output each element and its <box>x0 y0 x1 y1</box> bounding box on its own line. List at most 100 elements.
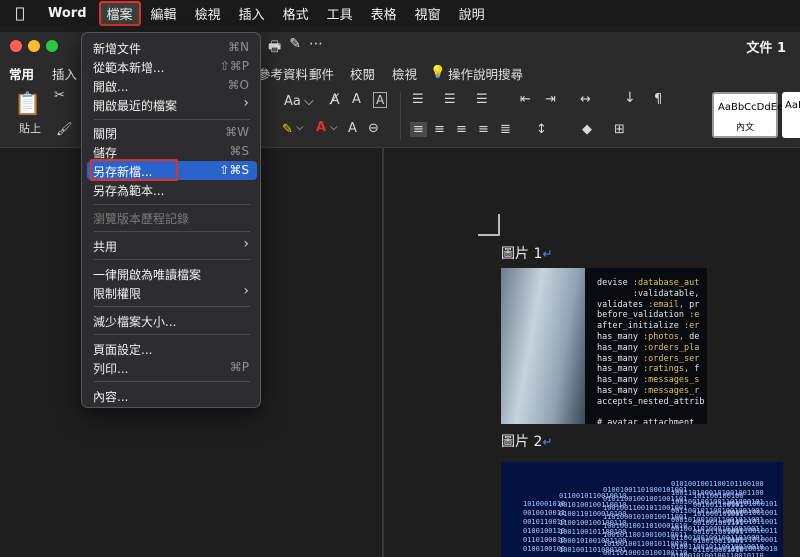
asian-layout-icon[interactable]: ↔ <box>580 92 591 107</box>
code-line: has_many :messages_r <box>597 385 700 396</box>
tab-mailings[interactable]: 郵件 <box>309 64 334 83</box>
align-center-icon[interactable]: ≡ <box>434 122 445 137</box>
menu-edit[interactable]: 編輯 <box>143 2 185 25</box>
menu-item-save-as-template[interactable]: 另存為範本... <box>87 180 257 199</box>
tell-me-search[interactable]: 操作說明搜尋 <box>448 64 523 83</box>
increase-indent-icon[interactable]: ⇥ <box>545 92 556 107</box>
menu-separator <box>94 204 250 205</box>
distributed-icon[interactable]: ≣ <box>500 122 511 137</box>
code-line: devise :database_aut <box>597 278 700 288</box>
paragraph-mark-icon: ↵ <box>542 247 553 261</box>
file-menu-dropdown: 新增文件 ⌘N 從範本新增... ⇧⌘P 開啟... ⌘O 開啟最近的檔案 › … <box>81 32 261 408</box>
menu-item-page-setup[interactable]: 頁面設定... <box>87 339 257 358</box>
menu-file[interactable]: 檔案 <box>98 0 141 26</box>
code-symbol: :orders_pla <box>643 342 700 353</box>
print-icon[interactable]: 🖶 <box>268 36 281 60</box>
menu-item-share[interactable]: 共用 › <box>87 236 257 255</box>
minimize-window-button[interactable] <box>28 40 40 52</box>
line-spacing-icon[interactable]: ↕ <box>536 122 547 137</box>
menu-item-shortcut: ⇧⌘S <box>219 163 249 177</box>
menu-item-shortcut: ⌘N <box>228 40 249 54</box>
menu-item-open-recent[interactable]: 開啟最近的檔案 › <box>87 95 257 114</box>
code-symbol: :er <box>684 321 700 332</box>
menu-item-label: 內容... <box>93 390 129 404</box>
menu-item-print[interactable]: 列印... ⌘P <box>87 358 257 377</box>
highlight-dropdown-icon[interactable]: ⌵ <box>296 122 304 133</box>
menu-item-new-document[interactable]: 新增文件 ⌘N <box>87 38 257 57</box>
figure-image-2[interactable]: 1010001010 0010010011 0010110010 0100100… <box>501 462 783 557</box>
menu-item-properties[interactable]: 內容... <box>87 386 257 405</box>
menu-format[interactable]: 格式 <box>275 2 317 25</box>
menu-view[interactable]: 檢視 <box>187 2 229 25</box>
menu-item-label: 共用 <box>93 240 118 254</box>
cut-icon[interactable]: ✂ <box>54 88 65 103</box>
apple-icon[interactable]:  <box>0 4 40 22</box>
text-effects-icon[interactable]: A <box>352 92 361 107</box>
menu-separator <box>94 119 250 120</box>
tab-review[interactable]: 校閱 <box>350 64 375 83</box>
phonetic-guide-icon[interactable]: ⊖ <box>368 121 379 136</box>
menu-item-label: 限制權限 <box>93 287 142 301</box>
paste-icon[interactable]: 📋 <box>14 92 41 117</box>
font-color-dropdown-icon[interactable]: ⌵ <box>330 122 338 133</box>
shading-icon[interactable]: ◆ <box>582 122 592 137</box>
menu-item-close[interactable]: 關閉 ⌘W <box>87 123 257 142</box>
menu-app-word[interactable]: Word <box>40 4 95 23</box>
more-icon[interactable]: ⋯ <box>309 36 323 60</box>
quick-access-toolbar: 🖶 ✎ ⋯ <box>268 36 323 60</box>
menu-separator <box>94 259 250 260</box>
menu-window[interactable]: 視窗 <box>407 2 449 25</box>
code-symbol: :messages_r <box>643 385 700 396</box>
align-left-icon[interactable]: ≡ <box>410 122 427 137</box>
menu-item-label: 開啟... <box>93 80 129 94</box>
show-marks-icon[interactable]: ¶ <box>654 92 662 107</box>
menu-separator <box>94 381 250 382</box>
style-normal[interactable]: AaBbCcDdEe 內文 <box>712 92 783 138</box>
code-symbol: :photos, <box>643 331 685 342</box>
borders-icon[interactable]: ⊞ <box>614 122 625 137</box>
close-window-button[interactable] <box>10 40 22 52</box>
figure-caption-1[interactable]: 圖片 1↵ <box>501 243 552 263</box>
menu-insert[interactable]: 插入 <box>231 2 273 25</box>
tab-insert[interactable]: 插入 <box>52 64 77 83</box>
margin-corner-mark <box>478 214 500 236</box>
font-color-icon[interactable]: A <box>316 120 326 135</box>
character-border-icon[interactable]: A <box>373 92 388 108</box>
justify-icon[interactable]: ≡ <box>478 122 489 137</box>
align-right-icon[interactable]: ≡ <box>456 122 467 137</box>
chevron-down-icon[interactable]: ⌵ <box>304 94 314 109</box>
menu-item-open[interactable]: 開啟... ⌘O <box>87 76 257 95</box>
clear-formatting-icon[interactable]: A̸ <box>330 92 340 108</box>
tab-references[interactable]: 參考資料 <box>258 64 308 83</box>
menu-item-new-from-template[interactable]: 從範本新增... ⇧⌘P <box>87 57 257 76</box>
menu-item-restrict-permissions[interactable]: 限制權限 › <box>87 283 257 302</box>
menu-item-label: 一律開啟為唯讀檔案 <box>93 268 202 282</box>
menu-item-save-as[interactable]: 另存新檔... ⇧⌘S <box>87 159 257 181</box>
bullets-icon[interactable]: ☰ <box>412 92 424 107</box>
menu-item-label: 關閉 <box>93 127 118 141</box>
tab-view[interactable]: 檢視 <box>392 64 417 83</box>
menu-item-label: 從範本新增... <box>93 61 165 75</box>
font-char-icon[interactable]: A <box>348 121 357 136</box>
figure-caption-2[interactable]: 圖片 2↵ <box>501 431 552 451</box>
menu-tools[interactable]: 工具 <box>319 2 361 25</box>
menu-item-shortcut: ⌘S <box>229 144 249 158</box>
decrease-indent-icon[interactable]: ⇤ <box>520 92 531 107</box>
menu-item-always-open-read-only[interactable]: 一律開啟為唯讀檔案 <box>87 264 257 283</box>
sort-icon[interactable]: ↓ <box>624 90 636 106</box>
edit-document-icon[interactable]: ✎ <box>289 36 301 60</box>
style-next[interactable]: AaBbC <box>782 92 800 138</box>
menu-separator <box>94 306 250 307</box>
menu-table[interactable]: 表格 <box>363 2 405 25</box>
tab-home[interactable]: 常用 <box>9 64 35 88</box>
zoom-window-button[interactable] <box>46 40 58 52</box>
highlight-color-icon[interactable]: ✎ <box>282 122 293 137</box>
figure-image-1[interactable]: devise :database_aut :validatable, valida… <box>501 268 707 424</box>
menu-help[interactable]: 說明 <box>451 2 493 25</box>
font-size-icon[interactable]: Aa <box>284 94 301 109</box>
menu-item-reduce-file-size[interactable]: 減少檔案大小... <box>87 311 257 330</box>
numbering-icon[interactable]: ☰ <box>444 92 456 107</box>
format-painter-icon[interactable]: 🖌 <box>56 122 73 137</box>
multilevel-list-icon[interactable]: ☰ <box>476 92 488 107</box>
